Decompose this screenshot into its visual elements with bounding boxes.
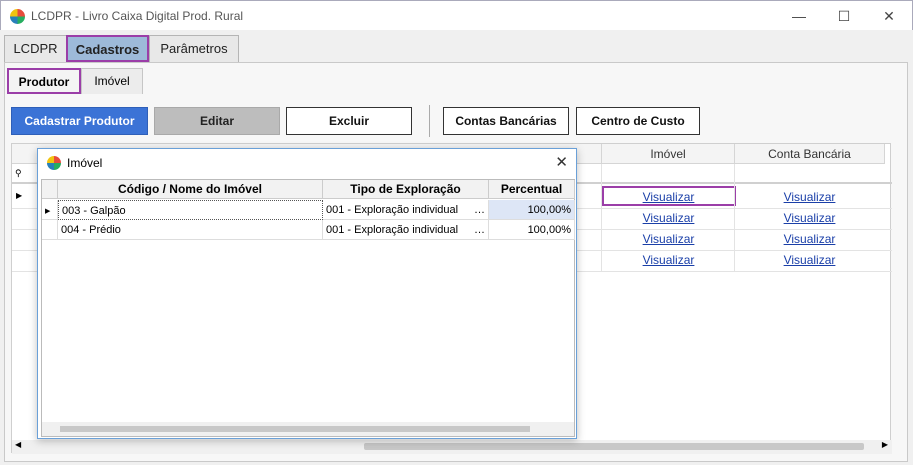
cadastrar-produtor-button[interactable]: Cadastrar Produtor bbox=[11, 107, 148, 135]
row-indicator-icon: ▶ bbox=[45, 208, 51, 215]
app-icon bbox=[10, 9, 25, 24]
cell-tipo[interactable]: 001 - Exploração individual bbox=[323, 200, 489, 220]
column-header-imovel[interactable]: Imóvel bbox=[602, 144, 735, 164]
column-header-conta-bancaria[interactable]: Conta Bancária bbox=[735, 144, 885, 164]
row-header-corner bbox=[42, 180, 58, 199]
cell-tipo[interactable]: 001 - Exploração individual bbox=[323, 220, 489, 240]
contas-bancarias-button[interactable]: Contas Bancárias bbox=[443, 107, 569, 135]
column-header-codigo[interactable]: Código / Nome do Imóvel bbox=[58, 180, 323, 199]
imovel-grid[interactable]: Código / Nome do Imóvel Tipo de Exploraç… bbox=[41, 179, 575, 437]
maximize-icon[interactable]: ☐ bbox=[834, 6, 854, 26]
dialog-title-bar: Imóvel ✕ bbox=[38, 149, 576, 177]
row-indicator-icon: ▶ bbox=[16, 191, 23, 200]
cell-codigo[interactable]: 003 - Galpão bbox=[58, 200, 323, 220]
scroll-left-icon[interactable]: ◀ bbox=[15, 440, 21, 449]
visualizar-imovel-link[interactable]: Visualizar bbox=[602, 211, 735, 225]
scroll-right-icon[interactable]: ▶ bbox=[882, 440, 888, 449]
column-divider bbox=[734, 164, 735, 271]
tab-parametros[interactable]: Parâmetros bbox=[149, 35, 239, 62]
horizontal-scrollbar[interactable] bbox=[42, 422, 574, 436]
cell-codigo[interactable]: 004 - Prédio bbox=[58, 220, 323, 240]
column-header-tipo[interactable]: Tipo de Exploração bbox=[323, 180, 489, 199]
close-icon[interactable]: ✕ bbox=[879, 6, 899, 26]
app-icon bbox=[47, 156, 61, 170]
minimize-icon[interactable]: — bbox=[789, 6, 809, 26]
visualizar-conta-link[interactable]: Visualizar bbox=[743, 190, 876, 204]
excluir-button[interactable]: Excluir bbox=[286, 107, 412, 135]
visualizar-imovel-link[interactable]: Visualizar bbox=[602, 190, 735, 204]
toolbar-divider bbox=[429, 105, 430, 137]
tab-lcdpr[interactable]: LCDPR bbox=[4, 35, 67, 62]
close-icon[interactable]: ✕ bbox=[555, 153, 568, 171]
window-title: LCDPR - Livro Caixa Digital Prod. Rural bbox=[31, 9, 244, 23]
visualizar-conta-link[interactable]: Visualizar bbox=[743, 232, 876, 246]
horizontal-scrollbar[interactable]: ◀ ▶ bbox=[12, 440, 892, 454]
subtab-produtor[interactable]: Produtor bbox=[7, 68, 81, 94]
editar-button[interactable]: Editar bbox=[154, 107, 280, 135]
column-header-percentual[interactable]: Percentual bbox=[489, 180, 575, 199]
title-bar: LCDPR - Livro Caixa Digital Prod. Rural … bbox=[0, 0, 913, 30]
scroll-thumb[interactable] bbox=[364, 443, 864, 450]
row-indicator bbox=[42, 220, 58, 240]
ellipsis-button[interactable]: … bbox=[474, 204, 485, 216]
cell-percentual[interactable]: 100,00% bbox=[489, 220, 575, 240]
dialog-title: Imóvel bbox=[67, 156, 103, 170]
column-divider bbox=[601, 164, 602, 271]
scroll-thumb[interactable] bbox=[60, 426, 530, 432]
tab-cadastros[interactable]: Cadastros bbox=[66, 35, 149, 62]
subtab-imovel[interactable]: Imóvel bbox=[81, 68, 143, 94]
ellipsis-button[interactable]: … bbox=[474, 224, 485, 236]
visualizar-imovel-link[interactable]: Visualizar bbox=[602, 253, 735, 267]
visualizar-conta-link[interactable]: Visualizar bbox=[743, 211, 876, 225]
filter-pin-icon: ⚲ bbox=[15, 168, 22, 178]
visualizar-conta-link[interactable]: Visualizar bbox=[743, 253, 876, 267]
row-indicator: ▶ bbox=[42, 200, 58, 220]
cell-percentual[interactable]: 100,00% bbox=[489, 200, 575, 220]
imovel-dialog: Imóvel ✕ Código / Nome do Imóvel Tipo de… bbox=[37, 148, 577, 439]
visualizar-imovel-link[interactable]: Visualizar bbox=[602, 232, 735, 246]
centro-de-custo-button[interactable]: Centro de Custo bbox=[576, 107, 700, 135]
